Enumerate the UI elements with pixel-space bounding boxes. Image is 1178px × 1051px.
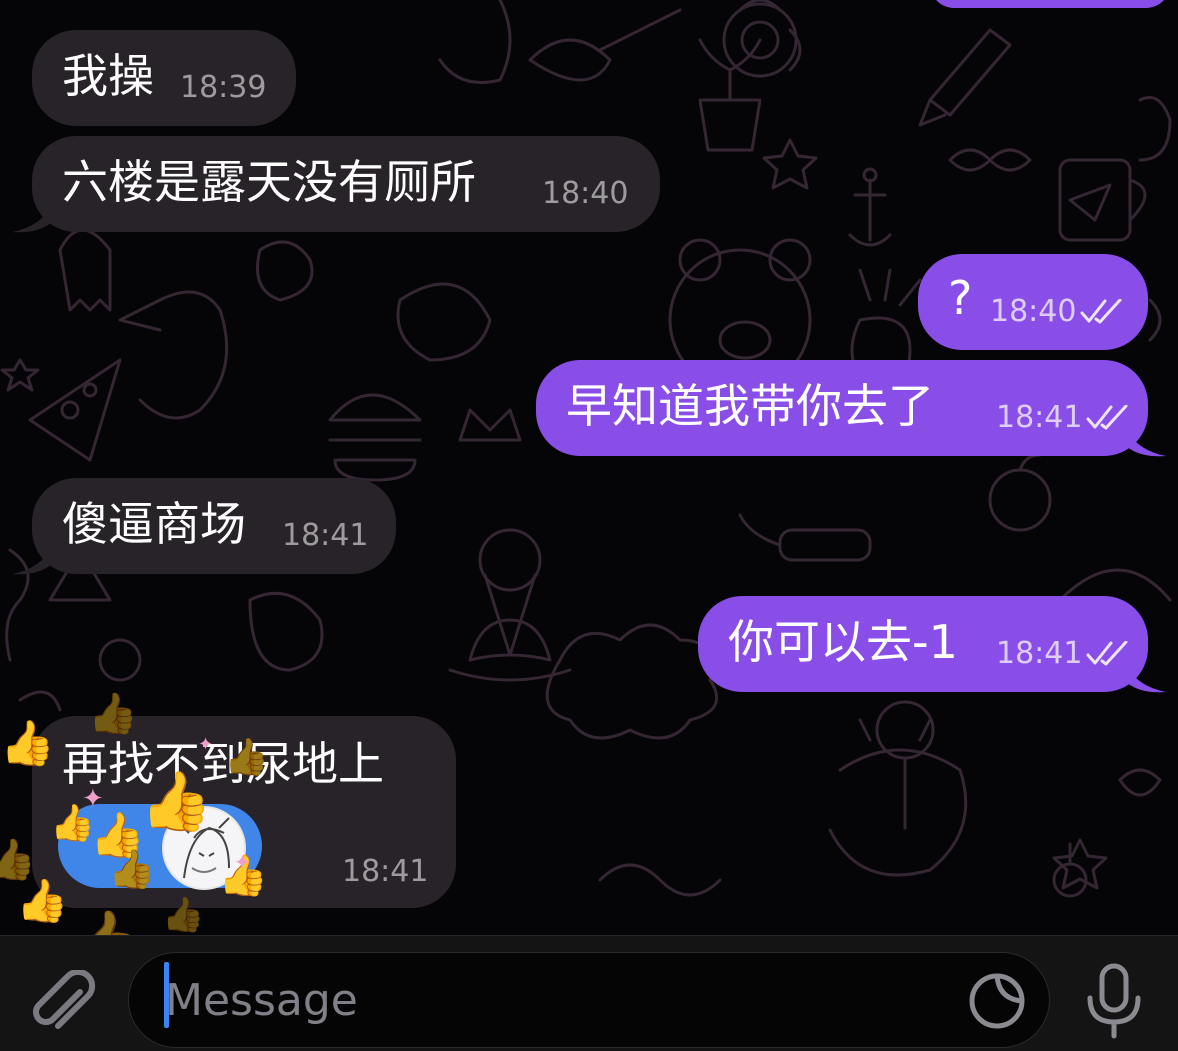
reaction-avatar (162, 806, 246, 890)
message-time: 18:40 (542, 176, 629, 211)
message-bubble-partial[interactable] (930, 0, 1170, 8)
message-time: 18:41 (996, 400, 1083, 435)
paperclip-icon[interactable] (28, 970, 100, 1042)
message-time: 18:41 (342, 854, 429, 889)
message-text: 再找不到尿地上 (62, 737, 384, 791)
message-time: 18:40 (990, 294, 1077, 329)
microphone-icon[interactable] (1082, 962, 1146, 1042)
message-text: 你可以去-1 (728, 615, 958, 669)
message-input-field[interactable] (128, 952, 1050, 1048)
bubble-tail (1126, 664, 1166, 693)
message-time: 18:39 (180, 70, 267, 105)
chat-screen: 我操 18:39 六楼是露天没有厕所 18:40 ? 18:40 早知道我带你去… (0, 0, 1178, 1051)
message-bubble-incoming[interactable]: 我操 18:39 (32, 30, 296, 126)
message-text: 早知道我带你去了 (566, 379, 934, 433)
message-time: 18:41 (996, 636, 1083, 671)
bubble-tail (12, 204, 52, 233)
avatar-anime-sketch-icon (164, 808, 244, 888)
read-double-check-icon (1086, 405, 1128, 430)
message-text: 六楼是露天没有厕所 (62, 155, 476, 209)
message-text: ? (948, 271, 973, 325)
message-meta: 18:41 (996, 400, 1130, 436)
message-input[interactable] (165, 967, 925, 1033)
message-bubble-outgoing[interactable]: 早知道我带你去了 18:41 (536, 360, 1148, 456)
message-bubble-outgoing[interactable]: 你可以去-1 18:41 (698, 596, 1148, 692)
message-meta: 18:41 (996, 636, 1130, 672)
message-bubble-outgoing[interactable]: ? 18:40 (918, 254, 1148, 350)
message-text: 我操 (62, 49, 154, 103)
message-time: 18:41 (282, 518, 369, 553)
composer-bar (0, 935, 1178, 1051)
message-meta: 18:40 (990, 294, 1124, 330)
sticker-icon[interactable] (967, 971, 1027, 1031)
message-bubble-incoming[interactable]: 傻逼商场 18:41 (32, 478, 396, 574)
read-double-check-icon (1080, 299, 1122, 324)
bubble-tail (1126, 428, 1166, 457)
message-bubble-incoming[interactable]: 六楼是露天没有厕所 18:40 (32, 136, 660, 232)
message-text: 傻逼商场 (62, 497, 246, 551)
read-double-check-icon (1086, 641, 1128, 666)
text-caret (164, 962, 169, 1028)
bubble-tail (12, 546, 52, 575)
